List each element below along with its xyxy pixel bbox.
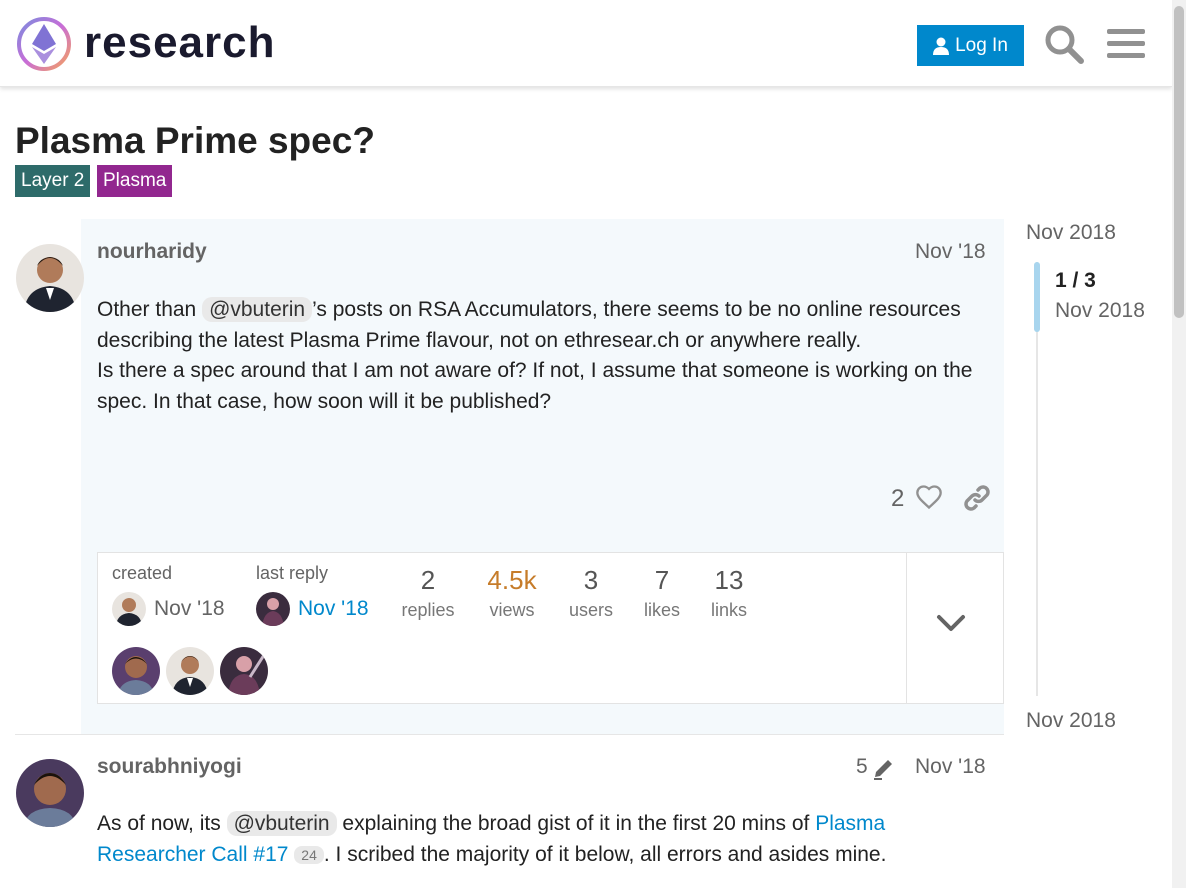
link-icon[interactable] bbox=[962, 483, 992, 518]
views-label: views bbox=[489, 600, 535, 620]
post-1-text-part: Other than bbox=[97, 298, 203, 321]
users-label: users bbox=[568, 600, 613, 620]
site-logo[interactable]: research bbox=[16, 14, 275, 72]
hamburger-menu-icon[interactable] bbox=[1104, 22, 1148, 66]
tag-layer-2[interactable]: Layer 2 bbox=[15, 165, 91, 197]
post-1-text: Other than @vbuterin’s posts on RSA Accu… bbox=[97, 295, 997, 417]
edit-count[interactable]: 5 bbox=[856, 755, 868, 779]
avatar[interactable] bbox=[16, 759, 84, 827]
scrollbar-thumb[interactable] bbox=[1174, 6, 1184, 318]
views-count: 4.5k bbox=[487, 565, 537, 595]
avatar[interactable] bbox=[220, 647, 268, 695]
links-label: links bbox=[710, 600, 747, 620]
timeline-end-date[interactable]: Nov 2018 bbox=[1026, 709, 1116, 733]
login-button[interactable]: Log In bbox=[917, 25, 1024, 66]
post-2-text-part: As of now, its bbox=[97, 812, 227, 835]
avatar[interactable] bbox=[112, 592, 146, 626]
user-icon bbox=[933, 37, 950, 55]
like-count: 2 bbox=[891, 485, 905, 512]
post-2-text: As of now, its @vbuterin explaining the … bbox=[97, 809, 987, 870]
heart-icon[interactable] bbox=[915, 483, 943, 516]
logo-text: research bbox=[84, 18, 276, 67]
timeline-start-date[interactable]: Nov 2018 bbox=[1026, 221, 1116, 245]
avatar[interactable] bbox=[112, 647, 160, 695]
avatar[interactable] bbox=[16, 244, 84, 312]
chevron-down-icon[interactable] bbox=[936, 613, 966, 638]
avatar[interactable] bbox=[166, 647, 214, 695]
tag-plasma[interactable]: Plasma bbox=[97, 165, 173, 197]
avatar[interactable] bbox=[256, 592, 290, 626]
link-click-count: 24 bbox=[294, 845, 324, 864]
post-1-date[interactable]: Nov '18 bbox=[915, 240, 986, 264]
timeline-handle[interactable] bbox=[1034, 262, 1040, 332]
mention-vbuterin[interactable]: @vbuterin bbox=[202, 297, 313, 322]
created-date: Nov '18 bbox=[154, 597, 225, 620]
page-scrollbar[interactable] bbox=[1172, 0, 1186, 888]
replies-label: replies bbox=[401, 600, 455, 620]
post-2-username[interactable]: sourabhniyogi bbox=[97, 755, 242, 779]
timeline-current-date: Nov 2018 bbox=[1055, 299, 1145, 322]
last-reply-date[interactable]: Nov '18 bbox=[298, 597, 369, 621]
replies-count: 2 bbox=[420, 565, 436, 595]
timeline-position: 1 / 3 bbox=[1055, 269, 1096, 292]
site-header: research Log In bbox=[0, 0, 1172, 87]
post-2-text-part: . I scribed the majority of it below, al… bbox=[323, 842, 887, 866]
search-icon[interactable] bbox=[1042, 22, 1086, 66]
post-1-username[interactable]: nourharidy bbox=[97, 240, 207, 264]
post-1-text-part: Is there a spec around that I am not awa… bbox=[97, 359, 973, 413]
mention-vbuterin[interactable]: @vbuterin bbox=[226, 811, 337, 836]
post-2-text-part: explaining the broad gist of it in the f… bbox=[336, 812, 816, 835]
users-count: 3 bbox=[583, 565, 599, 595]
links-count: 13 bbox=[714, 565, 744, 595]
ethereum-logo-icon bbox=[17, 17, 71, 71]
created-label: created bbox=[112, 563, 173, 583]
last-reply-label: last reply bbox=[256, 563, 329, 583]
map-divider bbox=[906, 553, 907, 703]
post-2-date[interactable]: Nov '18 bbox=[915, 755, 986, 779]
topic-map: created Nov '18 last reply Nov '18 2 rep… bbox=[97, 552, 1004, 704]
topic-title[interactable]: Plasma Prime spec? bbox=[15, 120, 375, 162]
login-label: Log In bbox=[955, 34, 1008, 56]
pencil-icon[interactable] bbox=[872, 756, 896, 785]
